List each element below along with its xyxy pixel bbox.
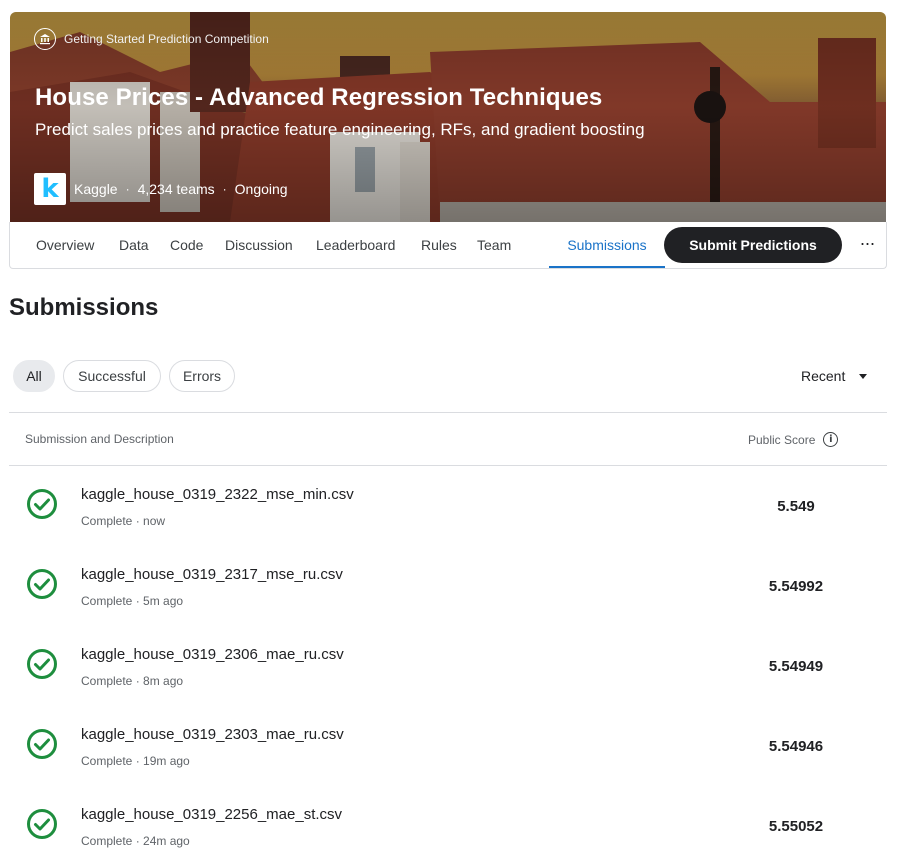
team-count: 4,234 teams: [137, 181, 215, 197]
public-score: 5.549: [777, 498, 815, 515]
separator-dot: ·: [222, 182, 227, 196]
submission-filename[interactable]: kaggle_house_0319_2303_mae_ru.csv: [81, 726, 344, 743]
page-title: Submissions: [9, 294, 159, 321]
submit-predictions-button[interactable]: Submit Predictions: [664, 227, 842, 263]
tab-submissions[interactable]: Submissions: [549, 222, 665, 268]
competition-meta: k Kaggle · 4,234 teams · Ongoing: [34, 173, 288, 205]
competition-header-banner: Getting Started Prediction Competition H…: [10, 12, 886, 222]
tab-overview[interactable]: Overview: [36, 222, 94, 268]
tab-discussion[interactable]: Discussion: [225, 222, 293, 268]
competition-subtitle: Predict sales prices and practice featur…: [35, 120, 645, 139]
submission-row[interactable]: kaggle_house_0319_2306_mae_ru.csv Comple…: [9, 626, 887, 706]
public-score-label: Public Score: [748, 432, 816, 447]
column-header-submission: Submission and Description: [25, 432, 174, 446]
submission-status: Complete · 24m ago: [81, 834, 190, 848]
more-options-icon[interactable]: ···: [856, 232, 878, 258]
submission-filename[interactable]: kaggle_house_0319_2306_mae_ru.csv: [81, 646, 344, 663]
tab-rules[interactable]: Rules: [421, 222, 457, 268]
check-circle-icon: [27, 649, 57, 679]
competition-status: Ongoing: [234, 181, 288, 197]
check-circle-icon: [27, 809, 57, 839]
tab-leaderboard[interactable]: Leaderboard: [316, 222, 395, 268]
tab-team[interactable]: Team: [477, 222, 511, 268]
submission-filename[interactable]: kaggle_house_0319_2322_mse_min.csv: [81, 486, 354, 503]
kaggle-logo[interactable]: k: [34, 173, 66, 205]
tab-data[interactable]: Data: [119, 222, 149, 268]
bank-icon: [34, 28, 56, 50]
column-header-public-score: Public Score i: [748, 432, 839, 447]
filter-errors[interactable]: Errors: [169, 360, 235, 392]
caret-down-icon: [859, 373, 868, 379]
check-circle-icon: [27, 569, 57, 599]
submission-row[interactable]: kaggle_house_0319_2317_mse_ru.csv Comple…: [9, 546, 887, 626]
submission-row[interactable]: kaggle_house_0319_2303_mae_ru.csv Comple…: [9, 706, 887, 786]
competition-tab-bar: Overview Data Code Discussion Leaderboar…: [9, 222, 887, 269]
divider: [9, 412, 887, 413]
check-circle-icon: [27, 729, 57, 759]
info-icon[interactable]: i: [823, 432, 839, 447]
tab-code[interactable]: Code: [170, 222, 203, 268]
competition-title: House Prices - Advanced Regression Techn…: [35, 84, 603, 111]
public-score: 5.54949: [768, 658, 824, 675]
submission-row[interactable]: kaggle_house_0319_2322_mse_min.csv Compl…: [9, 466, 887, 546]
submission-status: Complete · 5m ago: [81, 594, 184, 608]
submission-row[interactable]: kaggle_house_0319_2256_mae_st.csv Comple…: [9, 786, 887, 866]
submission-status: Complete · 19m ago: [81, 754, 190, 768]
public-score: 5.54946: [768, 738, 824, 755]
filter-all[interactable]: All: [13, 360, 55, 392]
submission-status: Complete · 8m ago: [81, 674, 184, 688]
filter-successful[interactable]: Successful: [63, 360, 161, 392]
sort-label: Recent: [801, 368, 846, 384]
public-score: 5.54992: [768, 578, 824, 595]
public-score: 5.55052: [768, 818, 824, 835]
sort-dropdown[interactable]: Recent: [801, 368, 868, 384]
separator-dot: ·: [125, 182, 130, 196]
submission-filename[interactable]: kaggle_house_0319_2317_mse_ru.csv: [81, 566, 343, 583]
submission-filename[interactable]: kaggle_house_0319_2256_mae_st.csv: [81, 806, 342, 823]
competition-type: Getting Started Prediction Competition: [34, 28, 269, 50]
competition-type-label: Getting Started Prediction Competition: [64, 32, 269, 46]
submission-status: Complete · now: [81, 514, 166, 528]
check-circle-icon: [27, 489, 57, 519]
host-name[interactable]: Kaggle: [74, 181, 118, 197]
